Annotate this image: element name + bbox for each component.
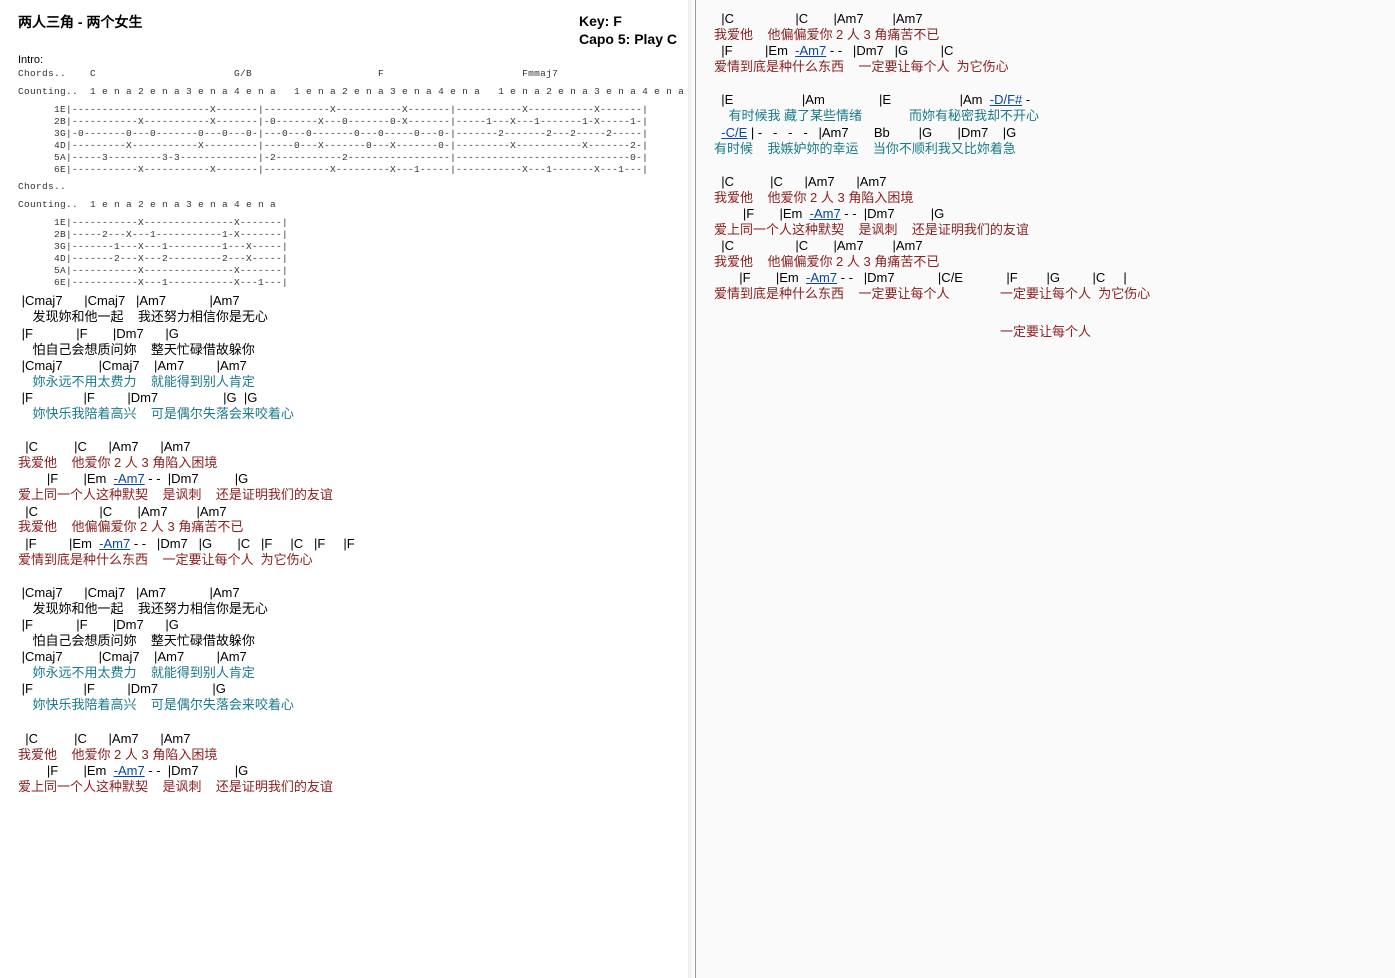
chord-link[interactable]: -Am7	[795, 43, 826, 58]
line-pair: |C |C |Am7 |Am7我爱他 他爱你 2 人 3 角陷入困境	[714, 175, 1377, 206]
lyric-line: 爱上同一个人这种默契 是讽刺 还是证明我们的友谊	[18, 487, 677, 503]
chord-line: |C |C |Am7 |Am7	[714, 175, 1377, 190]
line-pair: |F |Em -Am7 - - |Dm7 |G爱上同一个人这种默契 是讽刺 还是…	[18, 764, 677, 795]
lyric-line: 妳永远不用太费力 就能得到别人肯定	[18, 665, 677, 681]
key-label: Key: F	[579, 12, 677, 30]
lyric-line: 妳永远不用太费力 就能得到别人肯定	[18, 374, 677, 390]
two-column-layout: 两人三角 - 两个女生 Key: F Capo 5: Play C Intro:…	[0, 0, 1395, 978]
chord-line: |Cmaj7 |Cmaj7 |Am7 |Am7	[18, 294, 677, 309]
intro2-count-row: Counting.. 1 e n a 2 e n a 3 e n a 4 e n…	[18, 199, 677, 211]
line-pair: |C |C |Am7 |Am7我爱他 他偏偏爱你 2 人 3 角痛苦不已	[714, 12, 1377, 43]
lyric-line: 发现妳和他一起 我还努力相信你是无心	[18, 601, 677, 617]
chord-line: |C |C |Am7 |Am7	[714, 12, 1377, 27]
line-pair: |C |C |Am7 |Am7我爱他 他爱你 2 人 3 角陷入困境	[18, 732, 677, 763]
line-pair: -C/E | - - - - |Am7 Bb |G |Dm7 |G有时候 我嫉妒…	[714, 126, 1377, 157]
outro-line: 一定要让每个人	[714, 321, 1377, 340]
intro-count-row: Counting.. 1 e n a 2 e n a 3 e n a 4 e n…	[18, 86, 677, 98]
line-pair: |F |Em -Am7 - - |Dm7 |G爱上同一个人这种默契 是讽刺 还是…	[714, 207, 1377, 238]
chord-line: |C |C |Am7 |Am7	[18, 505, 677, 520]
lyric-line: 我爱他 他爱你 2 人 3 角陷入困境	[714, 190, 1377, 206]
lyric-line: 我爱他 他爱你 2 人 3 角陷入困境	[18, 747, 677, 763]
line-pair: |F |F |Dm7 |G 怕自己会想质问妳 整天忙碌借故躲你	[18, 327, 677, 358]
lyric-line: 怕自己会想质问妳 整天忙碌借故躲你	[18, 342, 677, 358]
key-capo: Key: F Capo 5: Play C	[579, 12, 677, 48]
line-pair: |E |Am |E |Am -D/F# - 有时候我 藏了某些情绪 而妳有秘密我…	[714, 93, 1377, 124]
bridge: |E |Am |E |Am -D/F# - 有时候我 藏了某些情绪 而妳有秘密我…	[714, 93, 1377, 156]
lyric-line: 爱情到底是种什么东西 一定要让每个人 为它伤心	[714, 59, 1377, 75]
left-column: 两人三角 - 两个女生 Key: F Capo 5: Play C Intro:…	[0, 0, 696, 978]
chord-line: |F |F |Dm7 |G	[18, 682, 677, 697]
lyric-line: 妳快乐我陪着高兴 可是偶尔失落会来咬着心	[18, 697, 677, 713]
chord-line: |F |F |Dm7 |G	[18, 327, 677, 342]
line-pair: |F |F |Dm7 |G |G 妳快乐我陪着高兴 可是偶尔失落会来咬着心	[18, 391, 677, 422]
line-pair: |F |Em -Am7 - - |Dm7 |G爱上同一个人这种默契 是讽刺 还是…	[18, 472, 677, 503]
lyric-line: 我爱他 他爱你 2 人 3 角陷入困境	[18, 455, 677, 471]
right-column: |C |C |Am7 |Am7我爱他 他偏偏爱你 2 人 3 角痛苦不已 |F …	[696, 0, 1395, 978]
chord-link[interactable]: -C/E	[721, 125, 747, 140]
chord-line: |F |Em -Am7 - - |Dm7 |G	[18, 764, 677, 779]
line-pair: |C |C |Am7 |Am7我爱他 他爱你 2 人 3 角陷入困境	[18, 440, 677, 471]
line-pair: |F |Em -Am7 - - |Dm7 |G |C |F |C |F |F爱情…	[18, 537, 677, 568]
lyric-line: 爱情到底是种什么东西 一定要让每个人 为它伤心	[18, 552, 677, 568]
lyric-line: 我爱他 他偏偏爱你 2 人 3 角痛苦不已	[714, 254, 1377, 270]
chorus-1: |C |C |Am7 |Am7我爱他 他爱你 2 人 3 角陷入困境 |F |E…	[18, 440, 677, 568]
verse-2: |Cmaj7 |Cmaj7 |Am7 |Am7 发现妳和他一起 我还努力相信你是…	[18, 586, 677, 714]
line-pair: |F |Em -Am7 - - |Dm7 |C/E |F |G |C |爱情到底…	[714, 271, 1377, 302]
chord-line: |C |C |Am7 |Am7	[714, 239, 1377, 254]
intro2-tab: 1E|-----------X---------------X-------| …	[18, 217, 677, 288]
chord-link[interactable]: -Am7	[806, 270, 837, 285]
chord-line: |Cmaj7 |Cmaj7 |Am7 |Am7	[18, 650, 677, 665]
verse-1: |Cmaj7 |Cmaj7 |Am7 |Am7 发现妳和他一起 我还努力相信你是…	[18, 294, 677, 422]
lyric-line: 有时候 我嫉妒妳的幸运 当你不顺利我又比妳着急	[714, 141, 1377, 157]
chord-link[interactable]: -Am7	[810, 206, 841, 221]
lyric-line: 我爱他 他偏偏爱你 2 人 3 角痛苦不已	[18, 519, 677, 535]
line-pair: |C |C |Am7 |Am7我爱他 他偏偏爱你 2 人 3 角痛苦不已	[714, 239, 1377, 270]
chord-link[interactable]: -Am7	[99, 536, 130, 551]
line-pair: |F |F |Dm7 |G 妳快乐我陪着高兴 可是偶尔失落会来咬着心	[18, 682, 677, 713]
line-pair: |Cmaj7 |Cmaj7 |Am7 |Am7 妳永远不用太费力 就能得到别人肯…	[18, 650, 677, 681]
song-title: 两人三角 - 两个女生	[18, 12, 142, 32]
header: 两人三角 - 两个女生 Key: F Capo 5: Play C	[18, 12, 677, 48]
chord-line: |F |Em -Am7 - - |Dm7 |G	[18, 472, 677, 487]
chorus-2: |C |C |Am7 |Am7我爱他 他爱你 2 人 3 角陷入困境 |F |E…	[18, 732, 677, 795]
intro2-chord-row: Chords..	[18, 181, 677, 193]
chord-link[interactable]: -D/F#	[990, 92, 1023, 107]
chord-line: |F |Em -Am7 - - |Dm7 |G	[714, 207, 1377, 222]
chord-line: |F |F |Dm7 |G	[18, 618, 677, 633]
line-pair: |F |Em -Am7 - - |Dm7 |G |C爱情到底是种什么东西 一定要…	[714, 44, 1377, 75]
lyric-line: 妳快乐我陪着高兴 可是偶尔失落会来咬着心	[18, 406, 677, 422]
chord-line: |Cmaj7 |Cmaj7 |Am7 |Am7	[18, 586, 677, 601]
lyric-line: 爱上同一个人这种默契 是讽刺 还是证明我们的友谊	[714, 222, 1377, 238]
chord-line: |F |Em -Am7 - - |Dm7 |G |C	[714, 44, 1377, 59]
chord-link[interactable]: -Am7	[114, 763, 145, 778]
chorus-3: |C |C |Am7 |Am7我爱他 他爱你 2 人 3 角陷入困境 |F |E…	[714, 175, 1377, 303]
line-pair: |Cmaj7 |Cmaj7 |Am7 |Am7 发现妳和他一起 我还努力相信你是…	[18, 294, 677, 325]
chord-link[interactable]: -Am7	[114, 471, 145, 486]
capo-label: Capo 5: Play C	[579, 30, 677, 48]
line-pair: |Cmaj7 |Cmaj7 |Am7 |Am7 妳永远不用太费力 就能得到别人肯…	[18, 359, 677, 390]
chorus-2-cont: |C |C |Am7 |Am7我爱他 他偏偏爱你 2 人 3 角痛苦不已 |F …	[714, 12, 1377, 75]
lyric-line: 我爱他 他偏偏爱你 2 人 3 角痛苦不已	[714, 27, 1377, 43]
line-pair: |F |F |Dm7 |G 怕自己会想质问妳 整天忙碌借故躲你	[18, 618, 677, 649]
chord-line: |C |C |Am7 |Am7	[18, 440, 677, 455]
lyric-line: 有时候我 藏了某些情绪 而妳有秘密我却不开心	[714, 108, 1377, 124]
intro-chord-row: Chords.. C G/B F Fmmaj7	[18, 68, 677, 80]
lyric-line: 怕自己会想质问妳 整天忙碌借故躲你	[18, 633, 677, 649]
lyric-line: 爱情到底是种什么东西 一定要让每个人 一定要让每个人 为它伤心	[714, 286, 1377, 302]
line-pair: |C |C |Am7 |Am7我爱他 他偏偏爱你 2 人 3 角痛苦不已	[18, 505, 677, 536]
chord-line: |C |C |Am7 |Am7	[18, 732, 677, 747]
chord-line: |Cmaj7 |Cmaj7 |Am7 |Am7	[18, 359, 677, 374]
intro-label: Intro:	[18, 54, 677, 66]
chord-line: |F |Em -Am7 - - |Dm7 |C/E |F |G |C |	[714, 271, 1377, 286]
chord-line: |F |F |Dm7 |G |G	[18, 391, 677, 406]
lyric-line: 爱上同一个人这种默契 是讽刺 还是证明我们的友谊	[18, 779, 677, 795]
chord-line: -C/E | - - - - |Am7 Bb |G |Dm7 |G	[714, 126, 1377, 141]
intro-tab: 1E|-----------------------X-------|-----…	[18, 104, 677, 175]
line-pair: |Cmaj7 |Cmaj7 |Am7 |Am7 发现妳和他一起 我还努力相信你是…	[18, 586, 677, 617]
lyric-line: 发现妳和他一起 我还努力相信你是无心	[18, 309, 677, 325]
chord-line: |F |Em -Am7 - - |Dm7 |G |C |F |C |F |F	[18, 537, 677, 552]
chord-line: |E |Am |E |Am -D/F# -	[714, 93, 1377, 108]
